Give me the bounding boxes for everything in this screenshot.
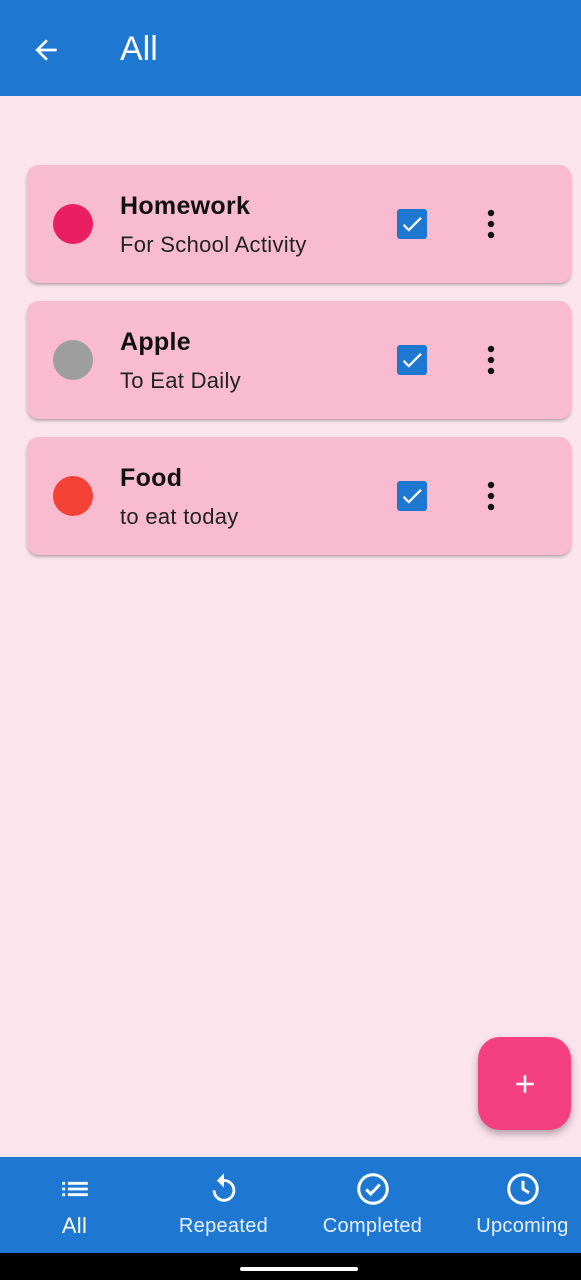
check-icon: [402, 489, 422, 504]
task-subtitle: To Eat Daily: [120, 368, 241, 393]
nav-label: Repeated: [178, 1215, 269, 1237]
task-subtitle: For School Activity: [120, 232, 307, 257]
bottom-navigation: All Repeated Completed Upcoming: [0, 1157, 581, 1253]
repeat-icon: [212, 1173, 235, 1202]
task-subtitle: to eat today: [120, 504, 239, 529]
task-title: Food: [120, 464, 183, 492]
task-color-dot: [53, 204, 93, 244]
nav-item-upcoming[interactable]: Upcoming: [450, 1157, 581, 1253]
nav-label: Upcoming: [476, 1215, 569, 1237]
task-checkbox[interactable]: [397, 481, 427, 511]
task-title: Homework: [120, 192, 251, 220]
clock-icon: [506, 1173, 539, 1205]
task-card[interactable]: Homework For School Activity: [27, 165, 571, 283]
check-circle-icon: [356, 1173, 389, 1205]
home-indicator[interactable]: [240, 1267, 358, 1271]
task-title: Apple: [120, 328, 191, 356]
app-bar: All: [0, 0, 581, 96]
task-checkbox[interactable]: [397, 209, 427, 239]
task-card[interactable]: Apple To Eat Daily: [27, 301, 571, 419]
nav-item-repeated[interactable]: Repeated: [151, 1157, 296, 1253]
page-title: All: [120, 30, 158, 68]
task-color-dot: [53, 340, 93, 380]
nav-label: All: [61, 1213, 88, 1238]
more-options-button[interactable]: [475, 472, 507, 520]
system-navigation-bar: [0, 1253, 581, 1280]
back-button[interactable]: [22, 26, 70, 74]
check-icon: [402, 353, 422, 368]
task-list: Homework For School Activity Apple To Ea…: [27, 165, 571, 573]
plus-icon: [515, 1074, 534, 1093]
more-options-button[interactable]: [475, 200, 507, 248]
more-vert-icon: [487, 345, 495, 375]
nav-item-completed[interactable]: Completed: [300, 1157, 445, 1253]
nav-item-all[interactable]: All: [2, 1157, 147, 1253]
task-checkbox[interactable]: [397, 345, 427, 375]
list-icon: [61, 1181, 88, 1197]
check-icon: [402, 217, 422, 232]
more-vert-icon: [487, 209, 495, 239]
add-task-button[interactable]: [478, 1037, 571, 1130]
more-vert-icon: [487, 481, 495, 511]
nav-label: Completed: [322, 1215, 423, 1237]
more-options-button[interactable]: [475, 336, 507, 384]
task-color-dot: [53, 476, 93, 516]
arrow-left-icon: [35, 39, 57, 61]
task-card[interactable]: Food to eat today: [27, 437, 571, 555]
